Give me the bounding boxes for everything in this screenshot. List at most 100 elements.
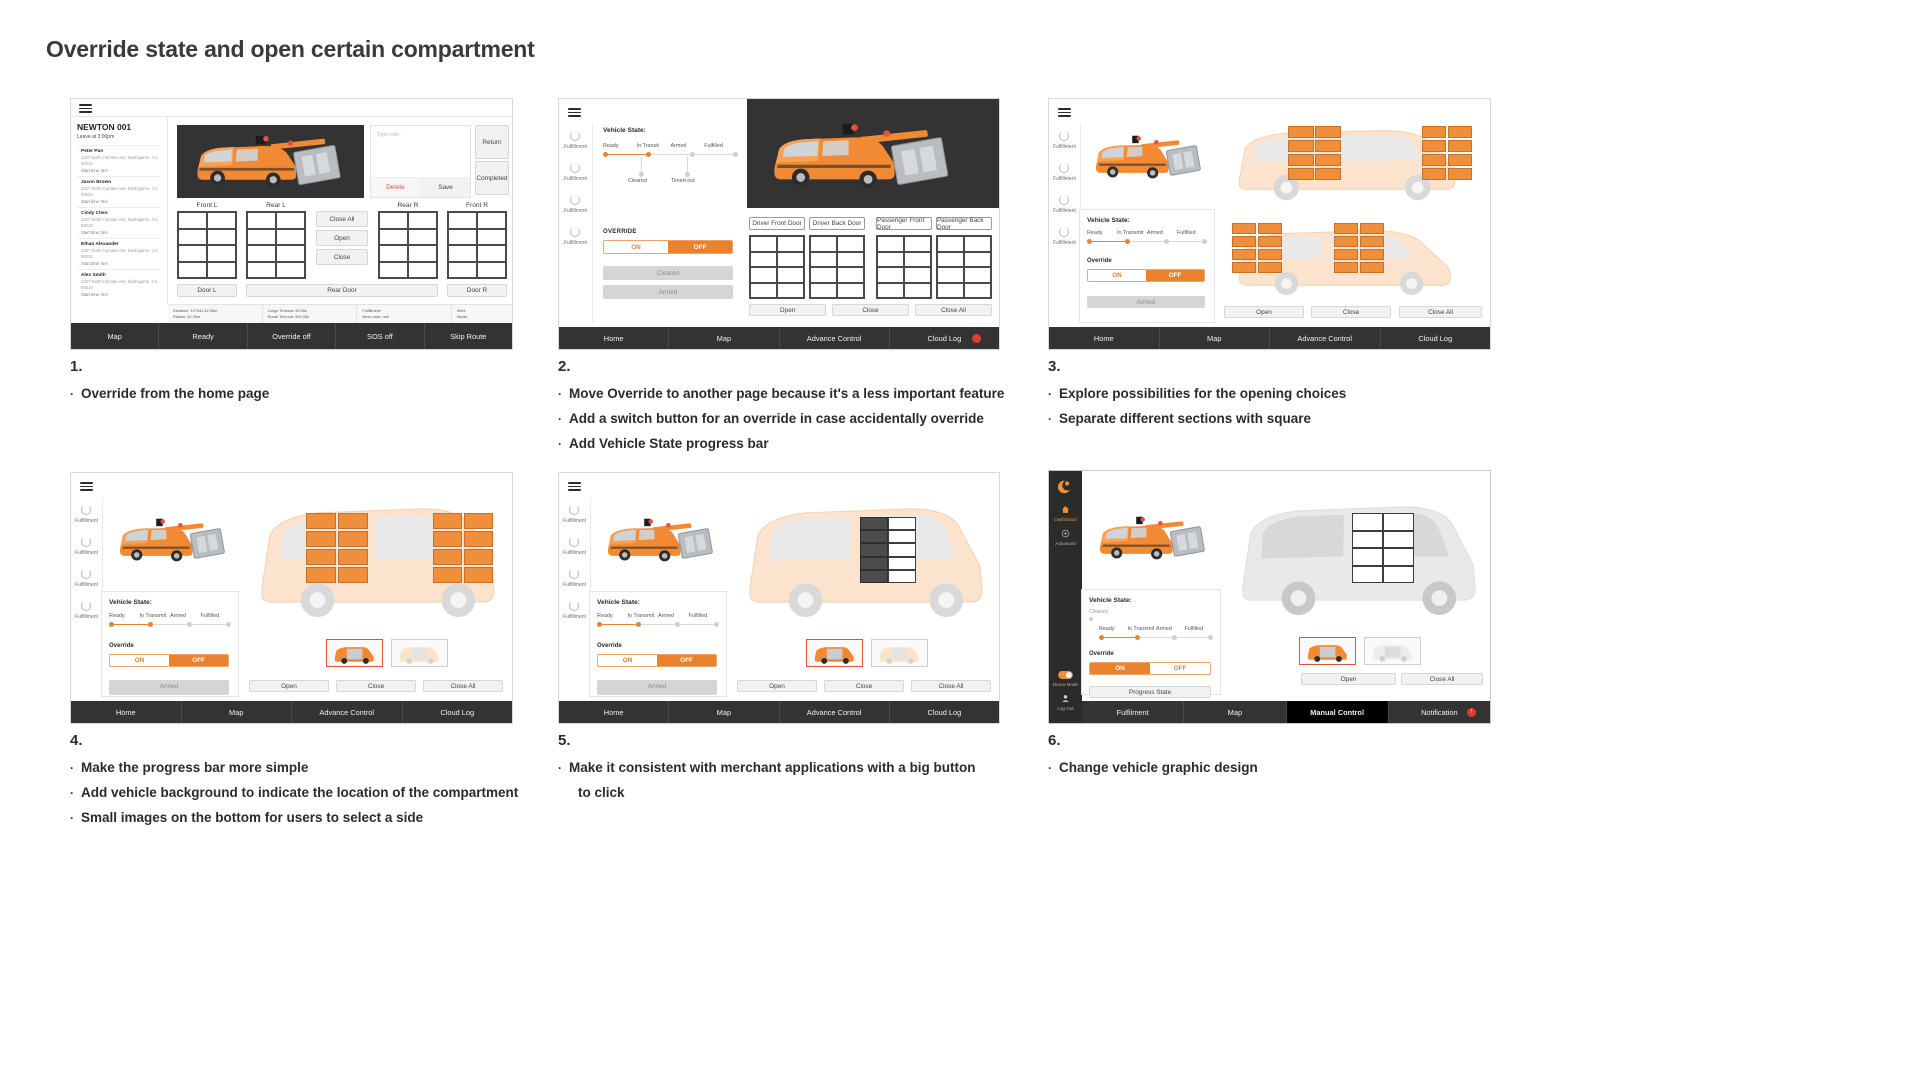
sidebar-item-fulfillment[interactable]: Fulfillment bbox=[563, 505, 586, 524]
compartment-cell[interactable] bbox=[379, 245, 408, 262]
override-on-option[interactable]: ON bbox=[110, 655, 169, 666]
nav-advance-control[interactable]: Advance Control bbox=[292, 701, 403, 723]
return-button[interactable]: Return bbox=[475, 125, 509, 159]
compartment-cell[interactable] bbox=[888, 569, 916, 583]
compartment-cell[interactable] bbox=[276, 245, 305, 262]
compartment-cell[interactable] bbox=[904, 282, 931, 298]
compartment-cell[interactable] bbox=[477, 228, 506, 245]
compartment-cell[interactable] bbox=[463, 513, 493, 530]
side-thumbnail[interactable] bbox=[391, 639, 448, 667]
nav-cloud-log[interactable]: Cloud Log bbox=[403, 701, 513, 723]
sidebar-item-fulfillment[interactable]: Fulfillment bbox=[563, 601, 586, 620]
compartment-cell[interactable] bbox=[777, 282, 804, 298]
compartment-cell[interactable] bbox=[178, 228, 207, 245]
tab-passenger-back-door[interactable]: Passenger Back Door bbox=[936, 217, 992, 231]
compartment-cell[interactable] bbox=[750, 251, 777, 267]
nav-map[interactable]: Map bbox=[669, 327, 780, 349]
nav-map[interactable]: Map bbox=[1184, 701, 1287, 723]
side-thumbnail-selected[interactable] bbox=[806, 639, 863, 667]
nav-ready[interactable]: Ready bbox=[159, 323, 248, 349]
override-toggle[interactable]: ON OFF bbox=[1087, 269, 1205, 282]
compartment-cell[interactable] bbox=[837, 282, 864, 298]
compartment-cell[interactable] bbox=[247, 261, 276, 278]
compartment-cell[interactable] bbox=[877, 267, 904, 283]
hamburger-menu-icon[interactable] bbox=[568, 482, 581, 491]
compartment-cell[interactable] bbox=[1315, 139, 1341, 153]
compartment-cell[interactable] bbox=[477, 212, 506, 229]
compartment-cell[interactable] bbox=[1359, 261, 1384, 273]
compartment-cell[interactable] bbox=[247, 212, 276, 229]
nav-override-off[interactable]: Override off bbox=[248, 323, 337, 349]
compartment-cell[interactable] bbox=[408, 261, 437, 278]
nav-home[interactable]: Home bbox=[559, 701, 670, 723]
close-all-button[interactable]: Close All bbox=[316, 211, 368, 227]
compartment-cell[interactable] bbox=[1383, 565, 1414, 583]
compartment-cell[interactable] bbox=[750, 267, 777, 283]
compartment-cell[interactable] bbox=[1422, 126, 1447, 139]
compartment-cell[interactable] bbox=[477, 245, 506, 262]
compartment-block-bottom-center[interactable] bbox=[1334, 223, 1384, 273]
list-item[interactable]: Jason Brown 1327 North Carolan Ave, Burl… bbox=[77, 176, 161, 207]
compartment-cell[interactable] bbox=[306, 513, 337, 530]
compartment-block-white[interactable] bbox=[1352, 513, 1414, 583]
sidebar-item-fulfillment[interactable]: Fulfillment bbox=[1053, 227, 1076, 246]
close-all-button[interactable]: Close All bbox=[423, 680, 503, 692]
compartment-block-right[interactable] bbox=[433, 513, 493, 583]
compartment-cell[interactable] bbox=[1288, 167, 1314, 180]
nav-notification[interactable]: Notification ! bbox=[1389, 701, 1490, 723]
nav-map[interactable]: Map bbox=[182, 701, 292, 723]
compartment-cell[interactable] bbox=[860, 530, 888, 544]
compartment-cell[interactable] bbox=[1447, 139, 1472, 153]
compartment-cell[interactable] bbox=[810, 282, 837, 298]
compartment-cell[interactable] bbox=[1334, 223, 1359, 235]
compartment-cell[interactable] bbox=[433, 530, 463, 548]
compartment-cell[interactable] bbox=[408, 212, 437, 229]
sidebar-item-fulfillment[interactable]: Fulfillment bbox=[1053, 163, 1076, 182]
compartment-cell[interactable] bbox=[888, 517, 916, 531]
compartment-cell[interactable] bbox=[810, 251, 837, 267]
nav-manual-control[interactable]: Manual Control bbox=[1286, 701, 1389, 723]
rear-door-button[interactable]: Rear Door bbox=[246, 284, 438, 297]
compartment-cell[interactable] bbox=[1288, 139, 1314, 153]
toggle-icon[interactable] bbox=[1058, 671, 1073, 680]
compartment-cell[interactable] bbox=[964, 236, 991, 252]
side-thumbnail[interactable] bbox=[871, 639, 928, 667]
compartment-cell[interactable] bbox=[178, 212, 207, 229]
compartment-cell[interactable] bbox=[1383, 548, 1414, 566]
compartment-cell[interactable] bbox=[306, 530, 337, 548]
compartment-cell[interactable] bbox=[937, 251, 964, 267]
override-off-option[interactable]: OFF bbox=[657, 655, 716, 666]
compartment-cell[interactable] bbox=[1257, 235, 1282, 248]
nav-advance-control[interactable]: Advance Control bbox=[780, 327, 890, 349]
close-button[interactable]: Close bbox=[832, 304, 909, 316]
compartment-block-dark[interactable] bbox=[860, 517, 888, 583]
compartment-cell[interactable] bbox=[1334, 248, 1359, 261]
list-item[interactable]: Ethan Alexander 1327 North Carolan Ave, … bbox=[77, 238, 161, 269]
nav-cloud-log[interactable]: Cloud Log bbox=[890, 701, 999, 723]
override-toggle[interactable]: ON OFF bbox=[597, 654, 717, 667]
sidebar-item-fulfillment[interactable]: Fulfillment bbox=[75, 569, 98, 588]
nav-map[interactable]: Map bbox=[1160, 327, 1270, 349]
cleared-button[interactable]: Cleared bbox=[603, 266, 733, 280]
sidebar-item-fulfillment[interactable]: Fulfillment bbox=[75, 601, 98, 620]
compartment-cell[interactable] bbox=[448, 261, 477, 278]
compartment-cell[interactable] bbox=[837, 267, 864, 283]
sidebar-item-log-out[interactable]: Log Out bbox=[1049, 694, 1082, 711]
compartment-grid-rear-l[interactable] bbox=[246, 211, 306, 279]
nav-home[interactable]: Home bbox=[559, 327, 670, 349]
compartment-grid-passenger-back[interactable] bbox=[936, 235, 992, 299]
compartment-cell[interactable] bbox=[379, 228, 408, 245]
open-button[interactable]: Open bbox=[1224, 306, 1304, 318]
compartment-cell[interactable] bbox=[860, 556, 888, 570]
compartment-cell[interactable] bbox=[408, 228, 437, 245]
compartment-cell[interactable] bbox=[750, 282, 777, 298]
sidebar-item-fulfillment[interactable]: Fulfillment bbox=[75, 537, 98, 556]
compartment-cell[interactable] bbox=[448, 228, 477, 245]
compartment-cell[interactable] bbox=[904, 251, 931, 267]
compartment-cell[interactable] bbox=[1383, 513, 1414, 531]
compartment-cell[interactable] bbox=[810, 236, 837, 252]
override-off-option[interactable]: OFF bbox=[668, 241, 732, 253]
side-thumbnail-selected[interactable] bbox=[326, 639, 383, 667]
list-item[interactable]: Peter Pan 1327 North Carolan Ave, Burlin… bbox=[77, 145, 161, 176]
override-on-option[interactable]: ON bbox=[598, 655, 657, 666]
